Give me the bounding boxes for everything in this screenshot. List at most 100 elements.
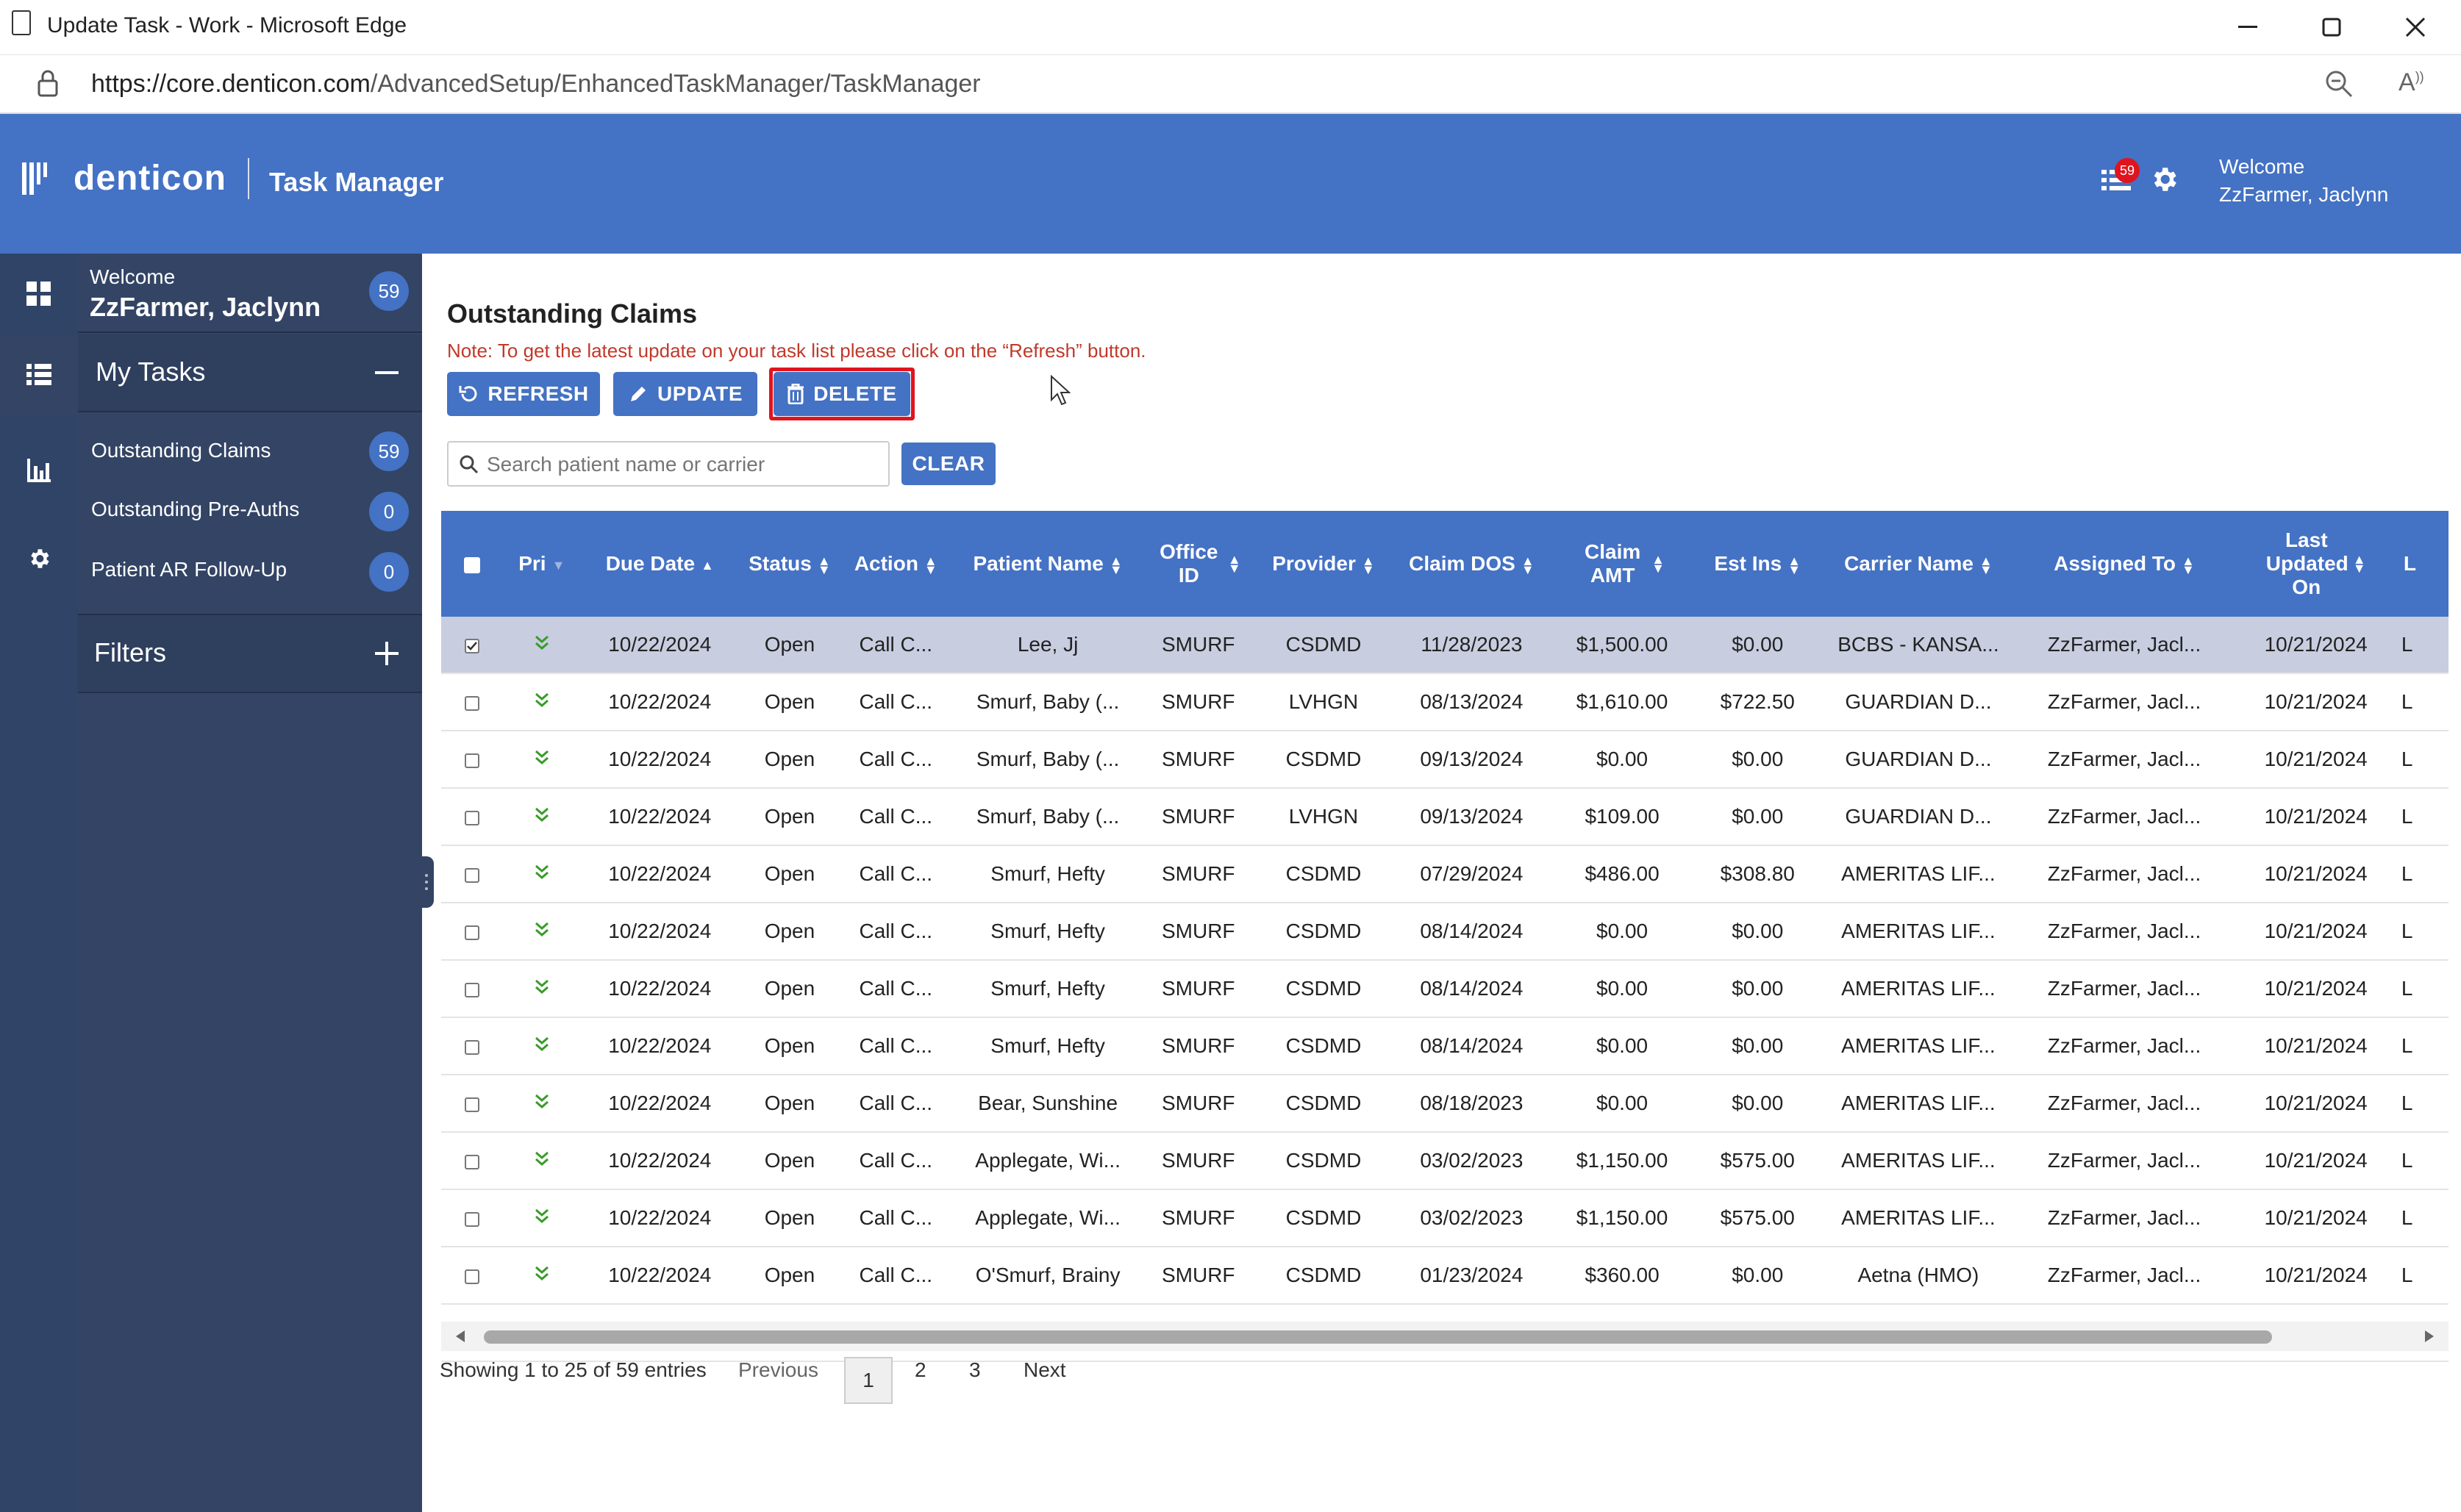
settings-gear-icon[interactable] <box>2149 164 2179 198</box>
row-checkbox[interactable] <box>465 925 479 940</box>
patient-name-cell[interactable]: Smurf, Hefty <box>951 845 1145 903</box>
patient-name-cell[interactable]: Smurf, Hefty <box>951 1017 1145 1075</box>
col-header-office-id[interactable]: Office ID ▲ ▼ <box>1144 511 1253 617</box>
row-checkbox-checked[interactable] <box>465 638 479 653</box>
address-bar[interactable]: https://core.denticon.com/AdvancedSetup/… <box>0 55 2461 114</box>
patient-name-cell[interactable]: Applegate, Wi... <box>951 1189 1145 1247</box>
status-cell[interactable]: Open <box>739 1132 840 1190</box>
col-header-status[interactable]: Status ▲ ▼ <box>739 511 840 617</box>
row-checkbox[interactable] <box>465 1211 479 1227</box>
search-box[interactable] <box>447 441 890 487</box>
status-cell[interactable]: Open <box>739 1075 840 1133</box>
search-input[interactable] <box>485 448 878 481</box>
col-header-due-date[interactable]: Due Date ▲ <box>580 511 740 617</box>
row-checkbox[interactable] <box>465 1154 479 1169</box>
col-header-assigned-to[interactable]: Assigned To ▲ ▼ <box>2017 511 2232 617</box>
row-select[interactable] <box>441 1075 504 1133</box>
header-user-name[interactable]: ZzFarmer, Jaclynn <box>2219 183 2388 207</box>
row-select[interactable] <box>441 731 504 789</box>
status-cell[interactable]: Open <box>739 960 840 1018</box>
row-select[interactable] <box>441 960 504 1018</box>
status-cell[interactable]: Open <box>739 673 840 731</box>
update-button[interactable]: UPDATE <box>613 372 757 416</box>
status-cell[interactable]: Open <box>739 788 840 846</box>
row-select[interactable] <box>441 845 504 903</box>
status-cell[interactable]: Open <box>739 617 840 674</box>
row-select[interactable] <box>441 617 504 674</box>
pagination-next[interactable]: Next <box>1024 1358 1066 1382</box>
table-row[interactable]: 10/22/2024 Open Call C... Applegate, Wi... S… <box>441 1132 2449 1190</box>
row-select[interactable] <box>441 903 504 961</box>
status-cell[interactable]: Open <box>739 845 840 903</box>
status-cell[interactable]: Open <box>739 1247 840 1305</box>
delete-button[interactable]: DELETE <box>774 372 910 416</box>
select-all-checkbox[interactable] <box>464 556 480 573</box>
expand-plus-icon[interactable] <box>374 640 400 667</box>
scroll-right-icon[interactable] <box>2422 1329 2437 1344</box>
table-row[interactable]: 10/22/2024 Open Call C... Smurf, Hefty SMURF… <box>441 960 2449 1018</box>
patient-name-cell[interactable]: Smurf, Baby (... <box>951 788 1145 846</box>
row-select[interactable] <box>441 673 504 731</box>
col-header-carrier-name[interactable]: Carrier Name ▲ ▼ <box>1819 511 2018 617</box>
horizontal-scrollbar[interactable] <box>441 1322 2449 1351</box>
table-row[interactable]: 10/22/2024 Open Call C... Applegate, Wi... S… <box>441 1189 2449 1247</box>
col-header-est-ins[interactable]: Est Ins ▲ ▼ <box>1696 511 1820 617</box>
scrollbar-thumb[interactable] <box>484 1330 2272 1344</box>
row-checkbox[interactable] <box>465 695 479 711</box>
table-row[interactable]: 10/22/2024 Open Call C... O'Smurf, Brainy SM… <box>441 1247 2449 1305</box>
patient-name-cell[interactable]: Bear, Sunshine <box>951 1075 1145 1133</box>
table-row[interactable]: 10/22/2024 Open Call C... Smurf, Baby (... S… <box>441 788 2449 846</box>
close-icon[interactable] <box>2382 7 2449 47</box>
status-cell[interactable]: Open <box>739 731 840 789</box>
refresh-button[interactable]: REFRESH <box>447 372 600 416</box>
col-header-claim-amt[interactable]: Claim AMT ▲ ▼ <box>1548 511 1696 617</box>
url-text[interactable]: https://core.denticon.com/AdvancedSetup/… <box>91 70 981 98</box>
page-3-button[interactable]: 3 <box>969 1358 981 1382</box>
patient-name-cell[interactable]: Applegate, Wi... <box>951 1132 1145 1190</box>
my-tasks-header[interactable]: My Tasks <box>78 334 422 411</box>
reports-chart-icon[interactable] <box>0 430 78 511</box>
zoom-icon[interactable] <box>2324 68 2354 103</box>
table-row[interactable]: 10/22/2024 Open Call C... Smurf, Hefty SMURF… <box>441 1017 2449 1075</box>
row-checkbox[interactable] <box>465 867 479 883</box>
row-checkbox[interactable] <box>465 753 479 768</box>
patient-name-cell[interactable]: Smurf, Baby (... <box>951 673 1145 731</box>
row-select[interactable] <box>441 1247 504 1305</box>
pagination-previous[interactable]: Previous <box>738 1358 818 1382</box>
task-item-patient-ar-follow-up[interactable]: Patient AR Follow-Up 0 <box>78 542 422 601</box>
read-aloud-icon[interactable]: A)) <box>2399 68 2424 97</box>
patient-name-cell[interactable]: Smurf, Baby (... <box>951 731 1145 789</box>
page-2-button[interactable]: 2 <box>915 1358 926 1382</box>
table-row[interactable]: 10/22/2024 Open Call C... Smurf, Hefty SMURF… <box>441 845 2449 903</box>
row-select[interactable] <box>441 788 504 846</box>
scroll-left-icon[interactable] <box>453 1329 468 1344</box>
patient-name-cell[interactable]: O'Smurf, Brainy <box>951 1247 1145 1305</box>
table-row[interactable]: 10/22/2024 Open Call C... Bear, Sunshine SMU… <box>441 1075 2449 1133</box>
row-checkbox[interactable] <box>465 1097 479 1112</box>
clear-button[interactable]: CLEAR <box>901 443 996 485</box>
col-header-action[interactable]: Action ▲ ▼ <box>840 511 951 617</box>
dashboard-icon[interactable] <box>0 254 78 334</box>
table-row[interactable]: 10/22/2024 Open Call C... Smurf, Hefty SMURF… <box>441 903 2449 961</box>
col-header-provider[interactable]: Provider ▲ ▼ <box>1252 511 1395 617</box>
maximize-icon[interactable] <box>2299 7 2365 47</box>
patient-name-cell[interactable]: Lee, Jj <box>951 617 1145 674</box>
panel-resize-handle[interactable] <box>421 856 434 908</box>
row-checkbox[interactable] <box>465 810 479 825</box>
status-cell[interactable]: Open <box>739 903 840 961</box>
status-cell[interactable]: Open <box>739 1017 840 1075</box>
col-header-l[interactable]: L <box>2400 511 2449 617</box>
col-header-patient-name[interactable]: Patient Name ▲ ▼ <box>951 511 1145 617</box>
table-row[interactable]: 10/22/2024 Open Call C... Lee, Jj SMURF CSDMD… <box>441 617 2449 674</box>
row-checkbox[interactable] <box>465 1039 479 1055</box>
task-list-icon[interactable] <box>0 334 78 415</box>
row-checkbox[interactable] <box>465 1269 479 1284</box>
col-header-claim-dos[interactable]: Claim DOS ▲ ▼ <box>1394 511 1549 617</box>
row-select[interactable] <box>441 1189 504 1247</box>
table-row[interactable]: 10/22/2024 Open Call C... Smurf, Baby (... S… <box>441 673 2449 731</box>
col-header-pri[interactable]: Pri ▼ <box>503 511 581 617</box>
patient-name-cell[interactable]: Smurf, Hefty <box>951 960 1145 1018</box>
select-all-header[interactable] <box>441 511 504 617</box>
task-item-outstanding-claims[interactable]: Outstanding Claims 59 <box>78 423 422 481</box>
row-select[interactable] <box>441 1017 504 1075</box>
